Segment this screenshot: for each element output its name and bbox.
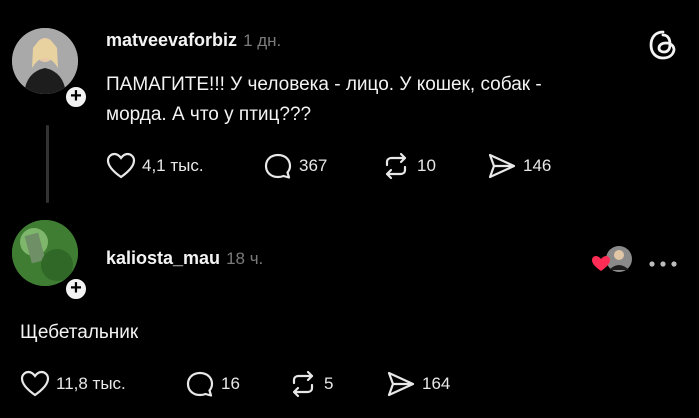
reply-reply-button[interactable]: 16 (185, 370, 240, 398)
send-icon (387, 371, 415, 397)
reply-author-avatar[interactable] (12, 220, 78, 286)
repost-icon (292, 370, 314, 398)
author-avatar[interactable] (12, 28, 78, 94)
heart-icon (106, 152, 136, 179)
heart-red-icon (592, 256, 610, 271)
post-time: 1 дн. (243, 31, 282, 50)
post-reply-button[interactable]: 367 (263, 152, 327, 180)
reply-repost-count: 5 (324, 374, 334, 393)
repost-icon (385, 152, 407, 180)
reply-follow-plus-button[interactable]: + (63, 276, 89, 302)
post-repost-count: 10 (417, 156, 436, 175)
post-share-button[interactable]: 146 (487, 152, 551, 180)
post-username[interactable]: matveevaforbiz (106, 30, 237, 51)
reply-like-count: 11,8 тыс. (56, 374, 126, 393)
author-liked-indicator (590, 244, 634, 276)
more-dots-icon[interactable] (648, 256, 678, 267)
reply-time: 18 ч. (226, 249, 264, 268)
avatar-picture (12, 220, 78, 286)
comment-bubble-icon (264, 153, 292, 179)
reply-repost-button[interactable]: 5 (288, 370, 333, 398)
reply-share-count: 164 (422, 374, 451, 393)
post-text-line-1: ПАМАГИТЕ!!! У человека - лицо. У кошек, … (106, 74, 542, 95)
post-repost-button[interactable]: 10 (381, 152, 436, 180)
heart-icon (20, 370, 50, 397)
post-text-line-2: морда. А что у птиц??? (106, 104, 312, 125)
reply-like-button[interactable]: 11,8 тыс. (20, 370, 126, 398)
post-share-count: 146 (523, 156, 552, 175)
reply-username[interactable]: kaliosta_mau (106, 248, 220, 269)
threads-logo-icon[interactable] (646, 28, 680, 62)
reply-reply-count: 16 (221, 374, 240, 393)
post-like-button[interactable]: 4,1 тыс. (106, 152, 204, 180)
thread-connector-line (46, 125, 49, 203)
reply-text: Щебетальник (20, 322, 139, 343)
send-icon (488, 153, 516, 179)
comment-bubble-icon (186, 371, 214, 397)
reply-share-button[interactable]: 164 (386, 370, 450, 398)
avatar-portrait (12, 28, 78, 94)
post-like-count: 4,1 тыс. (142, 156, 204, 175)
post-reply-count: 367 (299, 156, 328, 175)
follow-plus-button[interactable]: + (63, 84, 89, 110)
